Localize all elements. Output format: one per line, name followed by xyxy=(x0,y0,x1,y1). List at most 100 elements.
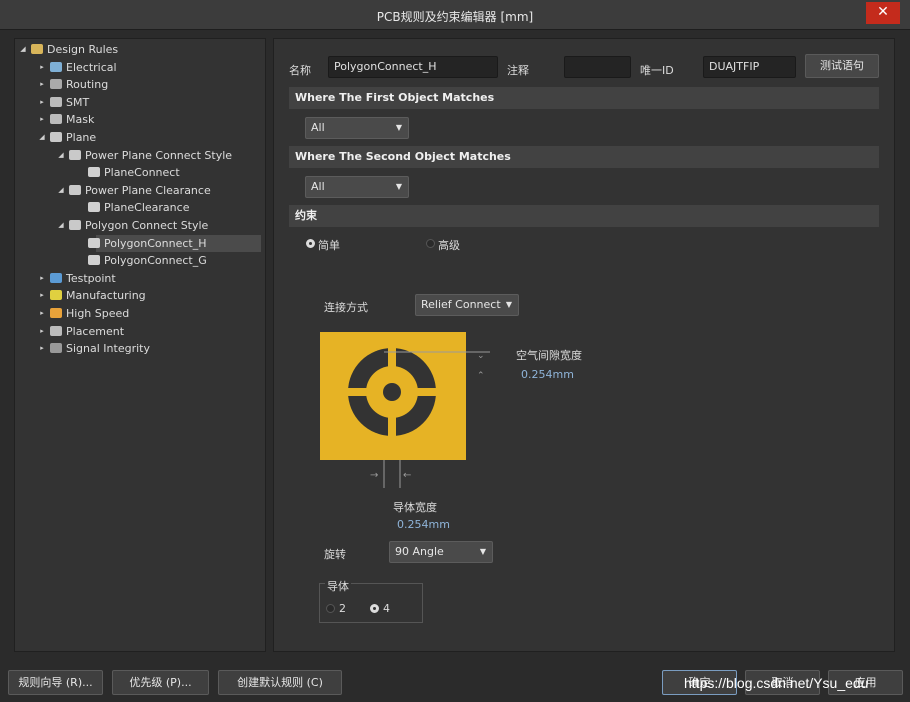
via-hole xyxy=(383,383,401,401)
rule-wizard-button[interactable]: 规则向导 (R)... xyxy=(8,670,103,695)
tree-item-label: Polygon Connect Style xyxy=(85,219,209,232)
tree-item-label: Power Plane Connect Style xyxy=(85,148,233,162)
tree-item[interactable]: ▸ Signal Integrity xyxy=(38,340,265,357)
unique-id-field[interactable]: DUAJTFIP xyxy=(703,56,796,78)
tree-item[interactable]: PolygonConnect_G xyxy=(76,252,265,269)
electrical-icon xyxy=(50,61,62,72)
connect-style-value: Relief Connect xyxy=(421,298,501,311)
tree-item[interactable]: ◢ Polygon Connect Style xyxy=(57,217,265,234)
collapse-arrow-icon[interactable]: ◢ xyxy=(38,129,46,146)
mode-advanced-radio[interactable] xyxy=(426,239,435,248)
tree-item[interactable]: ▸ High Speed xyxy=(38,305,265,322)
first-match-header: Where The First Object Matches xyxy=(289,87,879,109)
rule-icon xyxy=(88,237,100,248)
conductors-2-label: 2 xyxy=(339,602,346,615)
rule-category-icon xyxy=(69,149,81,160)
expand-arrow-icon[interactable]: ▸ xyxy=(38,340,46,357)
expand-arrow-icon[interactable]: ▸ xyxy=(38,59,46,76)
expand-arrow-icon[interactable]: ▸ xyxy=(38,111,46,128)
testpoint-icon xyxy=(50,272,62,283)
second-match-dropdown[interactable]: All ▼ xyxy=(305,176,409,198)
tree-item-label: Mask xyxy=(66,113,95,127)
tree-item[interactable]: PolygonConnect_H xyxy=(88,234,261,252)
expand-arrow-icon[interactable]: ▸ xyxy=(38,94,46,111)
tree-item-label: PlaneConnect xyxy=(104,166,180,180)
name-field[interactable]: PolygonConnect_H xyxy=(328,56,498,78)
tree-item[interactable]: ◢ Power Plane Clearance xyxy=(57,182,265,199)
tree-item-label: Power Plane Clearance xyxy=(85,183,211,197)
constraints-header: 约束 xyxy=(289,205,879,227)
chevron-down-icon: ▼ xyxy=(395,182,402,191)
mode-advanced-label: 高级 xyxy=(438,239,460,252)
tree-item-label: PolygonConnect_H xyxy=(104,236,207,250)
conductors-4-label: 4 xyxy=(383,602,390,615)
expand-arrow-icon[interactable]: ▸ xyxy=(38,270,46,287)
rule-icon xyxy=(88,167,100,178)
tree-item[interactable]: ◢ Design Rules xyxy=(19,41,265,58)
rotation-dropdown[interactable]: 90 Angle ▼ xyxy=(389,541,493,563)
create-default-rules-button[interactable]: 创建默认规则 (C) xyxy=(218,670,342,695)
test-query-button[interactable]: 测试语句 xyxy=(805,54,879,78)
tree-item-label: Placement xyxy=(66,324,125,338)
collapse-arrow-icon[interactable]: ◢ xyxy=(57,182,65,199)
placement-icon xyxy=(50,325,62,336)
collapse-arrow-icon[interactable]: ◢ xyxy=(57,217,65,234)
tree-item[interactable]: ◢ Plane xyxy=(38,129,265,146)
tree-item-label: SMT xyxy=(66,95,90,109)
tree-item[interactable]: ▸ Electrical xyxy=(38,59,265,76)
expand-arrow-icon[interactable]: ▸ xyxy=(38,76,46,93)
arrow-left-icon: ← xyxy=(403,470,411,481)
high-speed-icon xyxy=(50,308,62,318)
mode-simple-radio[interactable] xyxy=(306,239,315,248)
air-gap-label: 空气间隙宽度 xyxy=(516,349,582,362)
tree-item[interactable]: ▸ Mask xyxy=(38,111,265,128)
tree-item[interactable]: ▸ SMT xyxy=(38,94,265,111)
air-gap-value[interactable]: 0.254mm xyxy=(521,368,574,381)
conductor-width-label: 导体宽度 xyxy=(393,501,437,514)
first-match-dropdown[interactable]: All ▼ xyxy=(305,117,409,139)
comment-field[interactable] xyxy=(564,56,631,78)
relief-connect-diagram: → ← ⌄ ⌃ xyxy=(320,332,490,488)
conductors-2-radio[interactable] xyxy=(326,604,335,613)
conductors-group-label: 导体 xyxy=(325,578,351,594)
expand-arrow-icon[interactable]: ▸ xyxy=(38,305,46,322)
name-label: 名称 xyxy=(289,64,311,77)
tree-item[interactable]: ▸ Testpoint xyxy=(38,270,265,287)
folder-rules-icon xyxy=(31,44,43,54)
tree-item[interactable]: ▸ Routing xyxy=(38,76,265,93)
tree-item[interactable]: PlaneClearance xyxy=(76,199,265,216)
tree-item[interactable]: ▸ Manufacturing xyxy=(38,287,265,304)
second-match-header: Where The Second Object Matches xyxy=(289,146,879,168)
rule-icon xyxy=(88,202,100,213)
watermark-text: https://blog.csdn.net/Ysu_edu xyxy=(684,675,869,691)
tree-item[interactable]: ◢ Power Plane Connect Style xyxy=(57,147,265,164)
manufacturing-icon xyxy=(50,290,62,301)
collapse-arrow-icon[interactable]: ◢ xyxy=(57,147,65,164)
unique-id-label: 唯一ID xyxy=(640,64,674,77)
tree-item-label: PolygonConnect_G xyxy=(104,254,207,268)
tree-item-label: Testpoint xyxy=(66,271,116,285)
expand-arrow-icon[interactable]: ▸ xyxy=(38,287,46,304)
rules-tree[interactable]: ◢ Design Rules ▸ Electrical ▸ Routing ▸ SMT ▸ Mas… xyxy=(14,38,266,652)
chevron-down-icon: ▼ xyxy=(395,123,402,132)
collapse-arrow-icon[interactable]: ◢ xyxy=(19,41,27,58)
rule-category-icon xyxy=(69,220,81,230)
title-bar: PCB规则及约束编辑器 [mm] ✕ xyxy=(0,0,910,30)
tree-item[interactable]: ▸ Placement xyxy=(38,323,265,340)
close-button[interactable]: ✕ xyxy=(866,2,900,24)
tree-item[interactable]: PlaneConnect xyxy=(76,164,265,181)
tree-item-label: Signal Integrity xyxy=(66,342,150,356)
first-match-value: All xyxy=(311,121,325,134)
conductor-width-value[interactable]: 0.254mm xyxy=(397,518,450,531)
second-match-value: All xyxy=(311,180,325,193)
chevron-down-icon: ▼ xyxy=(479,547,486,556)
connect-style-dropdown[interactable]: Relief Connect ▼ xyxy=(415,294,519,316)
expand-arrow-icon[interactable]: ▸ xyxy=(38,323,46,340)
chevron-down-icon: ▼ xyxy=(505,300,512,309)
priority-button[interactable]: 优先级 (P)... xyxy=(112,670,209,695)
conductors-4-radio[interactable] xyxy=(370,604,379,613)
tree-item-label: Design Rules xyxy=(47,43,119,56)
arrow-up-icon: ⌃ xyxy=(477,371,485,381)
smt-icon xyxy=(50,96,62,107)
arrow-right-icon: → xyxy=(370,470,378,481)
